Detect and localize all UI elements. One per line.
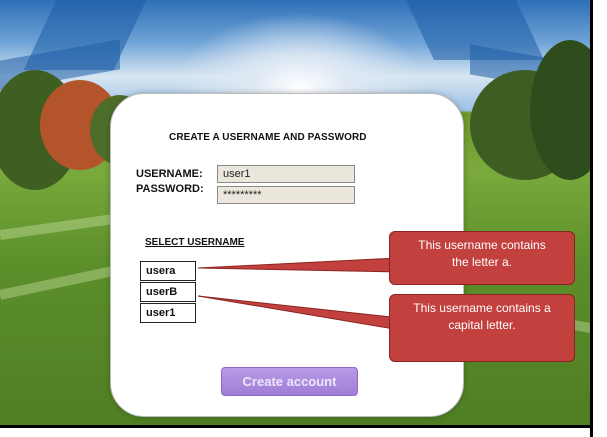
create-account-button[interactable]: Create account xyxy=(221,367,358,396)
callout-capital-letter: This username contains a capital letter. xyxy=(389,294,575,362)
callout-letter-a: This username contains the letter a. xyxy=(389,231,575,285)
callout-pointer-capital xyxy=(197,295,401,331)
callout-pointer-a xyxy=(197,257,399,273)
